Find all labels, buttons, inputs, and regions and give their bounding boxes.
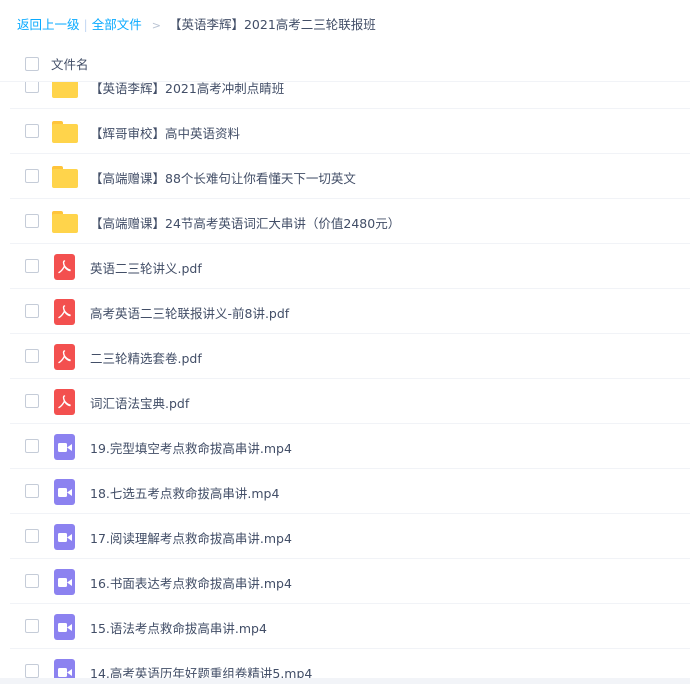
file-name[interactable]: 【英语李辉】2021高考冲刺点睛班	[90, 82, 284, 97]
row-checkbox[interactable]	[25, 574, 39, 588]
pdf-icon	[52, 299, 78, 325]
file-name[interactable]: 【高端赠课】24节高考英语词汇大串讲（价值2480元）	[90, 213, 400, 232]
row-checkbox[interactable]	[25, 259, 39, 273]
file-row[interactable]: 【英语李辉】2021高考冲刺点睛班	[0, 82, 690, 109]
file-name[interactable]: 18.七选五考点救命拔高串讲.mp4	[90, 483, 279, 502]
video-icon	[52, 569, 78, 595]
file-row[interactable]: 【高端赠课】88个长难句让你看懂天下一切英文	[0, 154, 690, 199]
pdf-icon	[52, 254, 78, 280]
bottom-bar	[0, 678, 690, 684]
row-checkbox[interactable]	[25, 439, 39, 453]
file-row[interactable]: 18.七选五考点救命拔高串讲.mp4	[0, 469, 690, 514]
folder-icon	[52, 209, 78, 235]
breadcrumb: 返回上一级 | 全部文件 > 【英语李辉】2021高考二三轮联报班	[17, 15, 376, 35]
select-all-checkbox[interactable]	[25, 57, 39, 71]
file-rows: 【英语李辉】2021高考冲刺点睛班【辉哥审校】高中英语资料【高端赠课】88个长难…	[0, 82, 690, 684]
file-name[interactable]: 词汇语法宝典.pdf	[90, 393, 189, 412]
file-row[interactable]: 英语二三轮讲义.pdf	[0, 244, 690, 289]
video-icon	[52, 524, 78, 550]
file-row[interactable]: 【高端赠课】24节高考英语词汇大串讲（价值2480元）	[0, 199, 690, 244]
row-checkbox[interactable]	[25, 619, 39, 633]
back-link[interactable]: 返回上一级	[17, 17, 80, 32]
row-checkbox[interactable]	[25, 394, 39, 408]
file-name[interactable]: 二三轮精选套卷.pdf	[90, 348, 202, 367]
pdf-icon	[52, 389, 78, 415]
current-folder: 【英语李辉】2021高考二三轮联报班	[168, 17, 376, 32]
file-list[interactable]: 【英语李辉】2021高考冲刺点睛班【辉哥审校】高中英语资料【高端赠课】88个长难…	[0, 82, 690, 684]
video-icon	[52, 434, 78, 460]
file-row[interactable]: 二三轮精选套卷.pdf	[0, 334, 690, 379]
file-name[interactable]: 【辉哥审校】高中英语资料	[90, 123, 240, 142]
file-row[interactable]: 17.阅读理解考点救命拔高串讲.mp4	[0, 514, 690, 559]
folder-icon	[52, 119, 78, 145]
file-name[interactable]: 19.完型填空考点救命拔高串讲.mp4	[90, 438, 292, 457]
row-checkbox[interactable]	[25, 82, 39, 93]
file-list-header: 文件名	[0, 48, 690, 82]
file-name[interactable]: 高考英语二三轮联报讲义-前8讲.pdf	[90, 303, 289, 322]
row-checkbox[interactable]	[25, 214, 39, 228]
row-checkbox[interactable]	[25, 124, 39, 138]
video-icon	[52, 614, 78, 640]
breadcrumb-separator: |	[83, 17, 88, 32]
row-checkbox[interactable]	[25, 349, 39, 363]
video-icon	[52, 479, 78, 505]
file-row[interactable]: 19.完型填空考点救命拔高串讲.mp4	[0, 424, 690, 469]
file-row[interactable]: 词汇语法宝典.pdf	[0, 379, 690, 424]
row-checkbox[interactable]	[25, 529, 39, 543]
file-name[interactable]: 英语二三轮讲义.pdf	[90, 258, 202, 277]
file-name[interactable]: 【高端赠课】88个长难句让你看懂天下一切英文	[90, 168, 356, 187]
file-row[interactable]: 高考英语二三轮联报讲义-前8讲.pdf	[0, 289, 690, 334]
row-checkbox[interactable]	[25, 169, 39, 183]
folder-icon	[52, 164, 78, 190]
filename-column-header[interactable]: 文件名	[51, 54, 89, 73]
row-checkbox[interactable]	[25, 664, 39, 678]
file-name[interactable]: 16.书面表达考点救命拔高串讲.mp4	[90, 573, 292, 592]
row-checkbox[interactable]	[25, 484, 39, 498]
folder-icon	[52, 82, 78, 100]
all-files-link[interactable]: 全部文件	[92, 17, 142, 32]
breadcrumb-arrow: >	[151, 19, 161, 32]
pdf-icon	[52, 344, 78, 370]
file-row[interactable]: 16.书面表达考点救命拔高串讲.mp4	[0, 559, 690, 604]
file-row[interactable]: 【辉哥审校】高中英语资料	[0, 109, 690, 154]
file-row[interactable]: 15.语法考点救命拔高串讲.mp4	[0, 604, 690, 649]
row-checkbox[interactable]	[25, 304, 39, 318]
scrollbar[interactable]	[680, 82, 690, 684]
file-name[interactable]: 17.阅读理解考点救命拔高串讲.mp4	[90, 528, 292, 547]
file-name[interactable]: 15.语法考点救命拔高串讲.mp4	[90, 618, 267, 637]
